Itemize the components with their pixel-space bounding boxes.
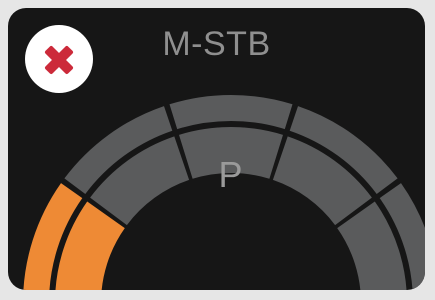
gauge-panel: M-STB P [0, 0, 435, 300]
gear-indicator: P [218, 154, 243, 195]
gauge-outer-segment [169, 95, 293, 130]
mode-title: M-STB [162, 25, 271, 63]
display-screen: M-STB P [8, 8, 425, 290]
